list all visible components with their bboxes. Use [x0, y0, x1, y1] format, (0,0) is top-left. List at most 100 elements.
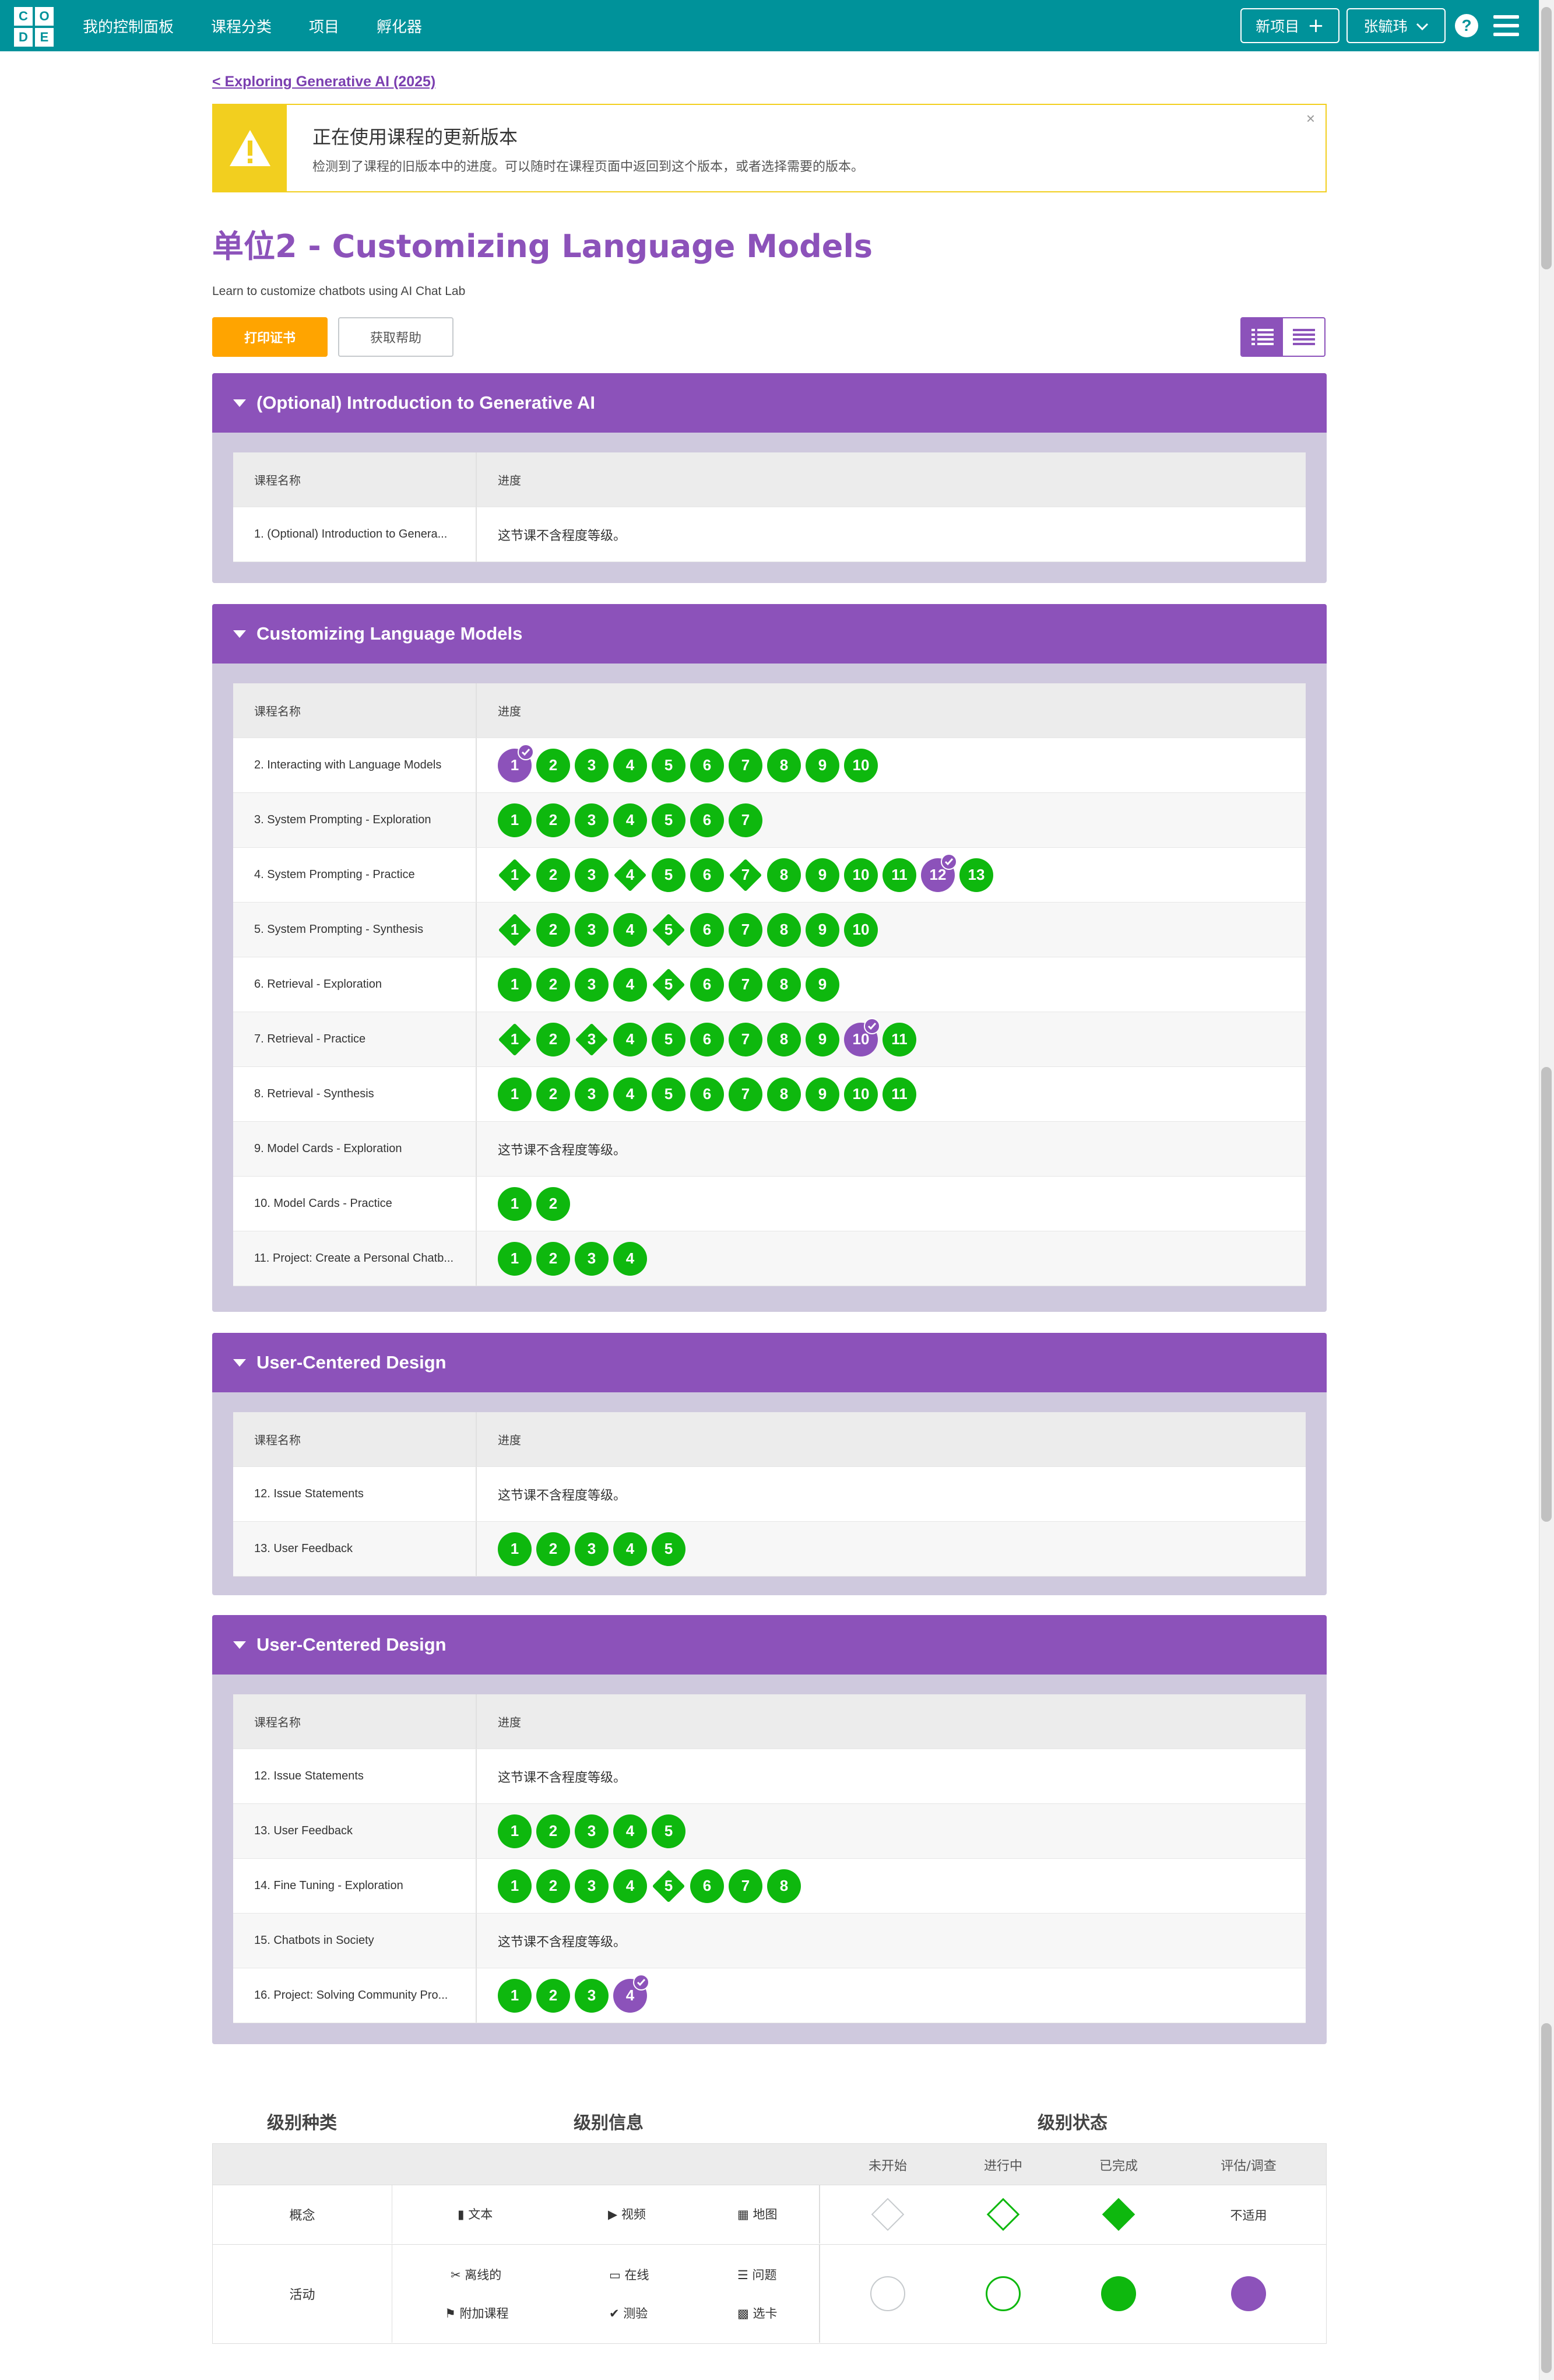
level-bubble[interactable]: 9: [806, 967, 839, 1002]
level-bubble[interactable]: 11: [883, 858, 916, 892]
level-bubble[interactable]: 6: [690, 1077, 724, 1111]
level-bubble[interactable]: 5: [652, 803, 685, 837]
lesson-name[interactable]: 6. Retrieval - Exploration: [233, 957, 477, 1012]
hamburger-menu-icon[interactable]: [1493, 15, 1519, 36]
level-bubble[interactable]: 6: [690, 912, 724, 947]
level-bubble[interactable]: 11: [883, 1077, 916, 1111]
level-bubble[interactable]: 3: [575, 1869, 609, 1903]
level-bubble[interactable]: 4: [613, 1869, 647, 1903]
scrollbar-thumb[interactable]: [1541, 1067, 1552, 1522]
detail-view-icon[interactable]: [1242, 318, 1283, 356]
level-diamond[interactable]: 5: [652, 968, 685, 1002]
level-bubble[interactable]: 3: [575, 1532, 609, 1566]
level-diamond[interactable]: 7: [729, 858, 762, 892]
lesson-group-header[interactable]: User-Centered Design: [212, 1333, 1327, 1392]
level-bubble[interactable]: 1: [498, 1869, 532, 1903]
level-diamond[interactable]: 5: [652, 1869, 685, 1903]
level-bubble[interactable]: 1: [498, 1241, 532, 1276]
level-bubble[interactable]: 12: [921, 853, 957, 892]
level-bubble[interactable]: 5: [652, 1814, 685, 1848]
level-bubble[interactable]: 5: [652, 748, 685, 782]
level-bubble[interactable]: 6: [690, 1869, 724, 1903]
code-logo[interactable]: C O D E: [14, 7, 54, 47]
level-bubble[interactable]: 1: [498, 967, 532, 1002]
level-bubble[interactable]: 4: [613, 912, 647, 947]
back-to-course-link[interactable]: < Exploring Generative AI (2025): [212, 73, 435, 90]
nav-incubator[interactable]: 孵化器: [377, 15, 422, 37]
level-bubble[interactable]: 7: [729, 912, 762, 947]
level-bubble[interactable]: 9: [806, 748, 839, 782]
nav-projects[interactable]: 项目: [309, 15, 339, 37]
level-bubble[interactable]: 2: [536, 803, 570, 837]
lesson-name[interactable]: 7. Retrieval - Practice: [233, 1012, 477, 1066]
user-menu-button[interactable]: 张毓玮: [1346, 8, 1446, 43]
level-bubble[interactable]: 8: [767, 912, 801, 947]
lesson-name[interactable]: 13. User Feedback: [233, 1522, 477, 1576]
level-bubble[interactable]: 9: [806, 858, 839, 892]
level-bubble[interactable]: 8: [767, 967, 801, 1002]
level-bubble[interactable]: 13: [959, 858, 993, 892]
level-bubble[interactable]: 5: [652, 1022, 685, 1056]
level-bubble[interactable]: 10: [844, 912, 878, 947]
level-bubble[interactable]: 10: [844, 748, 878, 782]
level-bubble[interactable]: 6: [690, 967, 724, 1002]
lesson-name[interactable]: 3. System Prompting - Exploration: [233, 793, 477, 847]
level-bubble[interactable]: 2: [536, 912, 570, 947]
level-bubble[interactable]: 3: [575, 1814, 609, 1848]
level-bubble[interactable]: 7: [729, 1077, 762, 1111]
level-bubble[interactable]: 2: [536, 858, 570, 892]
level-bubble[interactable]: 4: [613, 748, 647, 782]
level-bubble[interactable]: 1: [498, 1814, 532, 1848]
level-diamond[interactable]: 1: [498, 858, 532, 892]
level-bubble[interactable]: 1: [498, 1077, 532, 1111]
level-diamond[interactable]: 5: [652, 913, 685, 947]
level-bubble[interactable]: 3: [575, 748, 609, 782]
level-bubble[interactable]: 4: [613, 1077, 647, 1111]
scrollbar-thumb[interactable]: [1541, 7, 1552, 269]
level-bubble[interactable]: 3: [575, 858, 609, 892]
level-bubble[interactable]: 7: [729, 1022, 762, 1056]
new-project-button[interactable]: 新项目 +: [1240, 8, 1339, 43]
level-bubble[interactable]: 6: [690, 803, 724, 837]
level-bubble[interactable]: 8: [767, 1077, 801, 1111]
get-help-button[interactable]: 获取帮助: [338, 317, 453, 357]
level-bubble[interactable]: 4: [613, 1974, 649, 2013]
level-bubble[interactable]: 2: [536, 1187, 570, 1221]
level-bubble[interactable]: 7: [729, 748, 762, 782]
lesson-name[interactable]: 15. Chatbots in Society: [233, 1914, 477, 1968]
level-bubble[interactable]: 4: [613, 1022, 647, 1056]
level-bubble[interactable]: 8: [767, 748, 801, 782]
level-bubble[interactable]: 5: [652, 858, 685, 892]
level-bubble[interactable]: 1: [498, 743, 534, 782]
help-icon[interactable]: ?: [1455, 14, 1478, 37]
level-bubble[interactable]: 2: [536, 967, 570, 1002]
level-bubble[interactable]: 7: [729, 1869, 762, 1903]
level-bubble[interactable]: 2: [536, 1022, 570, 1056]
level-bubble[interactable]: 9: [806, 1077, 839, 1111]
level-bubble[interactable]: 2: [536, 1241, 570, 1276]
level-bubble[interactable]: 10: [844, 1017, 880, 1056]
lesson-name[interactable]: 14. Fine Tuning - Exploration: [233, 1859, 477, 1913]
level-bubble[interactable]: 3: [575, 967, 609, 1002]
level-bubble[interactable]: 3: [575, 1241, 609, 1276]
level-bubble[interactable]: 2: [536, 1077, 570, 1111]
level-bubble[interactable]: 6: [690, 748, 724, 782]
lesson-name[interactable]: 12. Issue Statements: [233, 1749, 477, 1803]
level-bubble[interactable]: 10: [844, 1077, 878, 1111]
level-bubble[interactable]: 3: [575, 1077, 609, 1111]
level-bubble[interactable]: 3: [575, 803, 609, 837]
level-bubble[interactable]: 6: [690, 1022, 724, 1056]
level-bubble[interactable]: 8: [767, 1869, 801, 1903]
lesson-name[interactable]: 9. Model Cards - Exploration: [233, 1122, 477, 1176]
level-bubble[interactable]: 3: [575, 912, 609, 947]
level-bubble[interactable]: 5: [652, 1532, 685, 1566]
level-bubble[interactable]: 2: [536, 748, 570, 782]
level-bubble[interactable]: 4: [613, 1241, 647, 1276]
nav-course-catalog[interactable]: 课程分类: [211, 15, 272, 37]
level-bubble[interactable]: 9: [806, 1022, 839, 1056]
level-bubble[interactable]: 7: [729, 803, 762, 837]
lesson-name[interactable]: 1. (Optional) Introduction to Genera...: [233, 507, 477, 561]
lesson-group-header[interactable]: (Optional) Introduction to Generative AI: [212, 373, 1327, 433]
nav-dashboard[interactable]: 我的控制面板: [83, 15, 174, 37]
level-bubble[interactable]: 1: [498, 1532, 532, 1566]
